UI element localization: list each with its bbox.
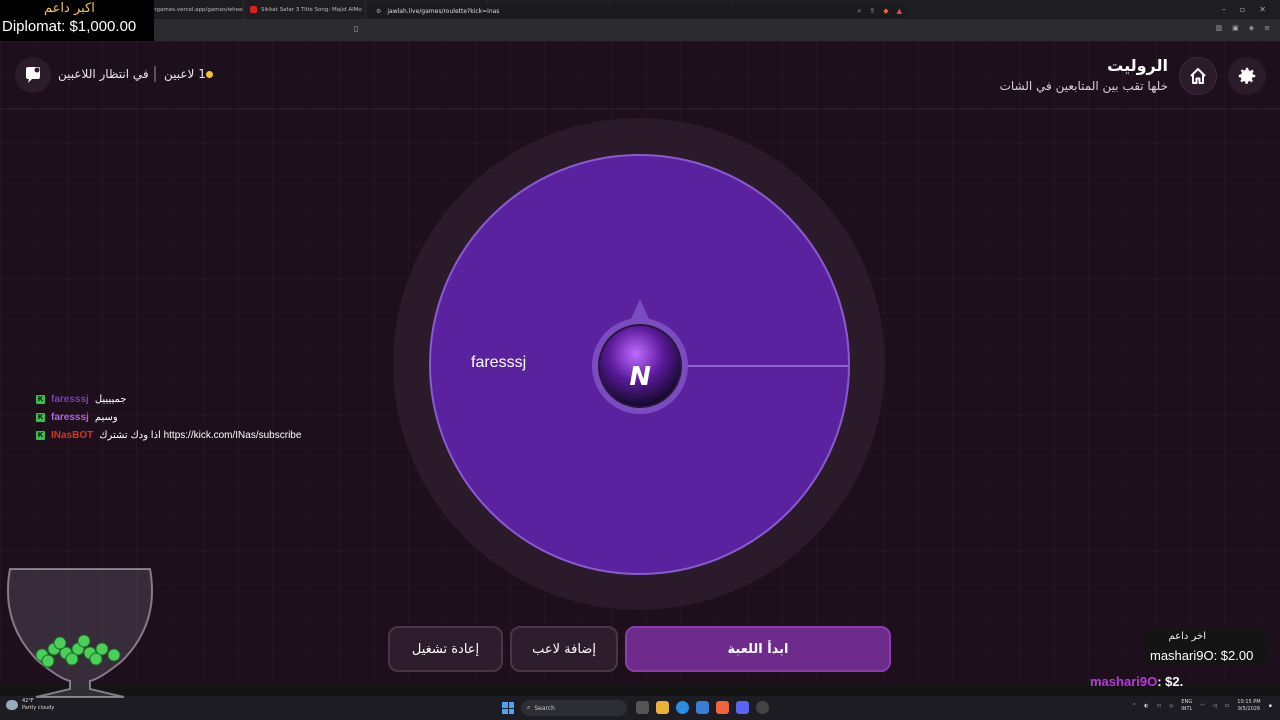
- windows-taskbar: 42°F Partly cloudy ⌕ Search ⌃ ◐ ▭ ◇ ENG …: [0, 696, 1280, 720]
- start-button-icon[interactable]: [502, 702, 514, 714]
- edge-icon[interactable]: [676, 701, 689, 714]
- chat-text: جمييييل: [94, 393, 127, 405]
- donor-ticker-name: mashari9O: [1090, 674, 1158, 689]
- gear-icon: [1238, 67, 1256, 84]
- notification-icon[interactable]: ▪: [1269, 703, 1272, 709]
- clock-time: 10:15 PM: [1237, 699, 1261, 705]
- game-header: في انتظار اللاعبين 1 لاعبين الروليت خلها…: [0, 41, 1280, 109]
- wheel-hub: N: [592, 318, 688, 414]
- start-game-button[interactable]: ابدأ اللعبة: [625, 626, 891, 672]
- discord-icon[interactable]: [736, 701, 749, 714]
- last-donor-box: اخر داعم mashari9O: $2.00: [1146, 628, 1268, 666]
- brave-shield-icon[interactable]: ◆: [883, 7, 888, 16]
- tray-chevron-icon[interactable]: ⌃: [1132, 703, 1136, 709]
- file-explorer-icon[interactable]: [656, 701, 669, 714]
- stream-bottom-strip: [0, 684, 1280, 696]
- rewards-icon[interactable]: ▲: [897, 7, 902, 16]
- clock-date: 9/5/2026: [1237, 706, 1261, 712]
- kick-badge-icon: K: [36, 394, 45, 404]
- share-icon[interactable]: ⇪: [869, 7, 875, 16]
- wallet-icon[interactable]: ▣: [1232, 24, 1239, 32]
- top-supporter-label: اكبر داعم: [44, 1, 95, 16]
- page-title: الروليت: [1107, 56, 1168, 75]
- page-subtitle: خلها تقب بين المتابعين في الشات: [999, 79, 1168, 93]
- last-donor-value: mashari9O: $2.00: [1150, 648, 1254, 663]
- tip-jar-glass-icon: [6, 568, 154, 698]
- top-supporter-amount: Diplomat: $1,000.00: [2, 18, 137, 35]
- vpn-icon[interactable]: ◈: [1249, 24, 1254, 32]
- chat-username: faresssj: [51, 393, 89, 405]
- waiting-status: في انتظار اللاعبين: [58, 67, 149, 81]
- restart-button[interactable]: إعادة تشغيل: [388, 626, 503, 672]
- settings-button[interactable]: [1228, 57, 1266, 95]
- system-tray: ⌃ ◐ ▭ ◇ ENG INTL ◠ ◁ ▭ 10:15 PM 9/5/2026…: [1132, 699, 1272, 713]
- donor-ticker: mashari9O: $2.: [1090, 674, 1183, 689]
- address-bar[interactable]: ⚙ jawlah.live/games/roulette?kick=inas ⌕…: [368, 3, 908, 19]
- tray-shield-icon[interactable]: ◇: [1169, 703, 1173, 709]
- avatar-letter: N: [626, 362, 654, 392]
- donor-ticker-amount: : $2.: [1157, 674, 1184, 689]
- chat-message: K INasBOT اذا ودك تشترك https://kick.com/I…: [36, 426, 376, 444]
- clock[interactable]: 10:15 PM 9/5/2026: [1237, 699, 1260, 713]
- top-supporter-overlay: اكبر داعم Diplomat: $1,000.00: [0, 0, 154, 41]
- address-actions: ⌕ ⇪ ◆ ▲: [857, 7, 908, 16]
- streamer-avatar: N: [598, 324, 682, 408]
- site-info-icon[interactable]: ⚙: [376, 8, 381, 15]
- tray-usb-icon[interactable]: ▭: [1157, 703, 1162, 709]
- store-icon[interactable]: [696, 701, 709, 714]
- kick-badge-icon: K: [36, 430, 45, 440]
- status-divider: [154, 66, 156, 82]
- tray-app-icon[interactable]: ◐: [1144, 703, 1148, 709]
- chat-username: INasBOT: [51, 429, 94, 441]
- chat-message: Kfaresssj وسيم: [36, 408, 376, 426]
- tab-title: ed...mgames.vercel.app/games/wheel: [139, 6, 244, 13]
- url-text: jawlah.live/games/roulette?kick=inas: [387, 7, 500, 15]
- chat-text: وسيم: [94, 411, 118, 423]
- language-indicator[interactable]: ENG INTL: [1181, 699, 1192, 713]
- taskbar-search-label: Search: [534, 704, 555, 712]
- zoom-icon[interactable]: ⌕: [857, 7, 861, 16]
- obs-icon[interactable]: [756, 701, 769, 714]
- brave-icon[interactable]: [716, 701, 729, 714]
- chat-bubble-icon: [26, 67, 40, 83]
- wifi-icon[interactable]: ◠: [1200, 703, 1204, 709]
- chat-text: اذا ودك تشترك https://kick.com/INas/subs…: [99, 429, 302, 441]
- lang-top: ENG: [1181, 699, 1193, 705]
- add-player-button[interactable]: إضافة لاعب: [510, 626, 618, 672]
- chat-message: Kfaresssj جمييييل: [36, 390, 376, 408]
- minimize-icon[interactable]: –: [1222, 5, 1226, 14]
- window-controls: – ▫ ✕: [1222, 5, 1280, 14]
- browser-tab[interactable]: Sikkat Safar 3 Title Song: Majid AlMo✕: [244, 0, 366, 19]
- maximize-icon[interactable]: ▫: [1240, 5, 1245, 14]
- weather-desc: Partly cloudy: [22, 705, 55, 711]
- last-donor-label: اخر داعم: [1168, 631, 1206, 642]
- lang-bottom: INTL: [1181, 706, 1193, 712]
- browser-toolbar: [0, 19, 1280, 41]
- screen: جولة | ألعاب البث✕ed...mgames.vercel.app…: [0, 0, 1280, 720]
- chat-username: faresssj: [51, 411, 89, 423]
- kick-badge-icon: K: [36, 412, 45, 422]
- bookmark-icon[interactable]: ▯: [354, 24, 358, 33]
- search-icon: ⌕: [527, 704, 531, 711]
- task-view-icon[interactable]: [636, 701, 649, 714]
- close-window-icon[interactable]: ✕: [1259, 5, 1266, 14]
- taskbar-search[interactable]: ⌕ Search: [521, 700, 627, 716]
- menu-icon[interactable]: ≡: [1264, 24, 1270, 32]
- site-logo[interactable]: [15, 57, 51, 93]
- sidebar-icon[interactable]: ▥: [1215, 24, 1222, 32]
- battery-icon[interactable]: ▭: [1225, 703, 1230, 709]
- taskbar-apps: [636, 701, 769, 714]
- status-dot-icon: [206, 71, 213, 78]
- home-button[interactable]: [1179, 57, 1217, 95]
- tab-favicon-icon: [250, 6, 257, 13]
- wheel-segment-label: faresssj: [471, 354, 527, 371]
- home-icon: [1190, 68, 1206, 84]
- volume-icon[interactable]: ◁: [1213, 703, 1217, 709]
- toolbar-right: ▥ ▣ ◈ ≡: [1215, 24, 1270, 32]
- tab-title: Sikkat Safar 3 Title Song: Majid AlMo: [261, 6, 362, 13]
- stream-chat-overlay: Kfaresssj جمييييل Kfaresssj وسيم K INasBOT اذا…: [36, 390, 376, 444]
- player-count: 1 لاعبين: [164, 67, 206, 81]
- game-page: في انتظار اللاعبين 1 لاعبين الروليت خلها…: [0, 41, 1280, 696]
